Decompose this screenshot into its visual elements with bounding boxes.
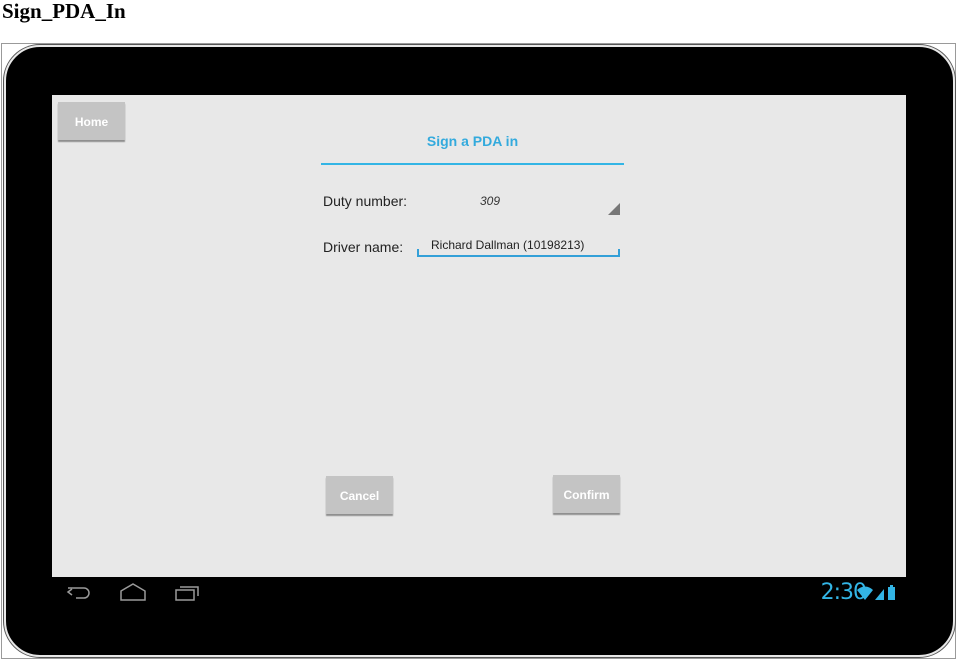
system-navigation-bar: 2:30: [52, 577, 906, 608]
input-underline-tick-right: [618, 249, 620, 257]
confirm-button[interactable]: Confirm: [553, 475, 620, 513]
page-title: Sign_PDA_In: [2, 0, 126, 23]
home-icon[interactable]: [119, 581, 147, 603]
dialog-title: Sign a PDA in: [426, 133, 519, 149]
input-underline-tick-left: [417, 249, 419, 257]
app-screen: Home Sign a PDA in Duty number: 309 Driv…: [52, 95, 906, 577]
cancel-button[interactable]: Cancel: [326, 476, 393, 514]
driver-name-input[interactable]: [417, 235, 620, 257]
battery-icon: [888, 585, 895, 600]
duty-number-label: Duty number:: [323, 193, 408, 209]
status-icons: [856, 585, 896, 606]
spinner-arrow-icon[interactable]: [608, 203, 620, 215]
home-button[interactable]: Home: [58, 102, 125, 140]
signal-icon: [875, 589, 884, 600]
wifi-icon: [857, 586, 873, 600]
title-divider: [321, 163, 624, 165]
driver-name-label: Driver name:: [323, 239, 404, 255]
back-icon[interactable]: [66, 581, 92, 603]
recent-apps-icon[interactable]: [174, 581, 200, 603]
duty-number-spinner[interactable]: 309: [480, 194, 500, 208]
